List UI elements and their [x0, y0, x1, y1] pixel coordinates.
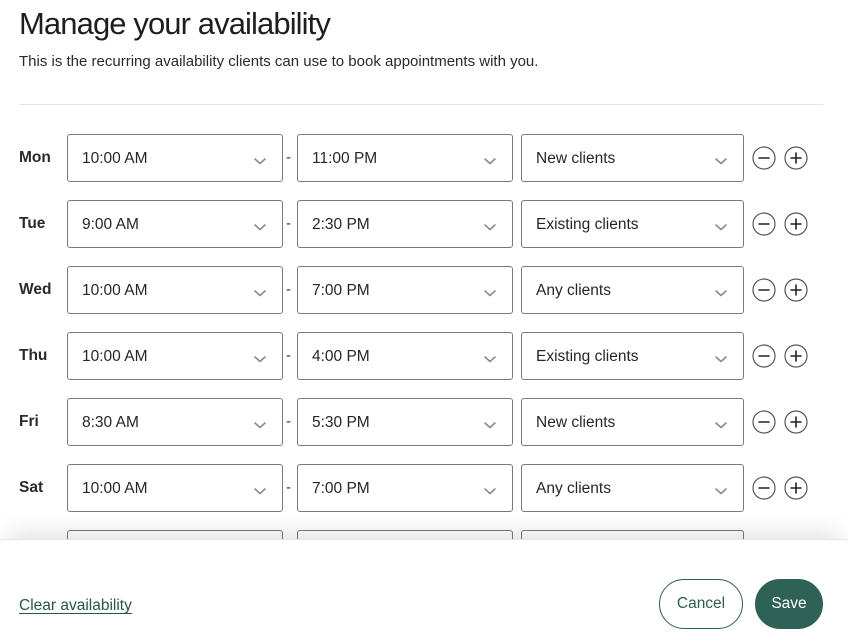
- day-label: Mon: [19, 149, 51, 166]
- chevron-down-icon: [714, 285, 728, 297]
- end-time-select[interactable]: 5:30 PM: [297, 398, 513, 446]
- client-type-select[interactable]: Existing clients: [521, 332, 744, 380]
- day-label: Fri: [19, 413, 39, 430]
- plus-circle-icon[interactable]: [784, 410, 808, 434]
- save-button[interactable]: Save: [755, 579, 823, 629]
- availability-row: Tue 9:00 AM - 2:30 PM Existing clients: [0, 200, 848, 250]
- chevron-down-icon: [253, 219, 267, 231]
- plus-circle-icon[interactable]: [784, 146, 808, 170]
- end-time-select[interactable]: 4:00 PM: [297, 332, 513, 380]
- end-time-select[interactable]: 2:30 PM: [297, 200, 513, 248]
- start-time-value: 9:00 AM: [82, 216, 139, 233]
- client-type-select[interactable]: New clients: [521, 134, 744, 182]
- range-separator: -: [286, 413, 291, 430]
- day-label: Thu: [19, 347, 48, 364]
- chevron-down-icon: [253, 483, 267, 495]
- minus-circle-icon[interactable]: [752, 212, 776, 236]
- plus-circle-icon[interactable]: [784, 212, 808, 236]
- clear-availability-link[interactable]: Clear availability: [19, 596, 132, 616]
- client-type-value: New clients: [536, 150, 616, 167]
- chevron-down-icon: [483, 483, 497, 495]
- client-type-value: Any clients: [536, 480, 611, 497]
- client-type-select[interactable]: Any clients: [521, 266, 744, 314]
- availability-row: Wed 10:00 AM - 7:00 PM Any clients: [0, 266, 848, 316]
- end-time-value: 7:00 PM: [312, 480, 370, 497]
- chevron-down-icon: [253, 285, 267, 297]
- chevron-down-icon: [483, 153, 497, 165]
- minus-circle-icon[interactable]: [752, 410, 776, 434]
- start-time-value: 10:00 AM: [82, 150, 148, 167]
- end-time-select[interactable]: 7:00 PM: [297, 464, 513, 512]
- client-type-select[interactable]: New clients: [521, 398, 744, 446]
- plus-circle-icon[interactable]: [784, 278, 808, 302]
- range-separator: -: [286, 281, 291, 298]
- day-label: Sat: [19, 479, 44, 496]
- minus-circle-icon[interactable]: [752, 146, 776, 170]
- client-type-select[interactable]: Any clients: [521, 464, 744, 512]
- range-separator: -: [286, 149, 291, 166]
- client-type-value: New clients: [536, 414, 616, 431]
- start-time-select[interactable]: 10:00 AM: [67, 266, 283, 314]
- chevron-down-icon: [253, 153, 267, 165]
- minus-circle-icon[interactable]: [752, 344, 776, 368]
- availability-row: Sat 10:00 AM - 7:00 PM Any clients: [0, 464, 848, 514]
- chevron-down-icon: [714, 153, 728, 165]
- cancel-button[interactable]: Cancel: [659, 579, 743, 629]
- chevron-down-icon: [483, 417, 497, 429]
- chevron-down-icon: [714, 483, 728, 495]
- start-time-value: 10:00 AM: [82, 282, 148, 299]
- range-separator: -: [286, 215, 291, 232]
- end-time-value: 7:00 PM: [312, 282, 370, 299]
- start-time-value: 10:00 AM: [82, 480, 148, 497]
- end-time-value: 4:00 PM: [312, 348, 370, 365]
- plus-circle-icon[interactable]: [784, 344, 808, 368]
- client-type-value: Any clients: [536, 282, 611, 299]
- chevron-down-icon: [483, 219, 497, 231]
- chevron-down-icon: [714, 219, 728, 231]
- plus-circle-icon[interactable]: [784, 476, 808, 500]
- day-label: Wed: [19, 281, 52, 298]
- chevron-down-icon: [714, 351, 728, 363]
- end-time-value: 11:00 PM: [312, 150, 378, 167]
- chevron-down-icon: [253, 417, 267, 429]
- chevron-down-icon: [714, 417, 728, 429]
- start-time-value: 10:00 AM: [82, 348, 148, 365]
- availability-row: Fri 8:30 AM - 5:30 PM New clients: [0, 398, 848, 448]
- availability-row: Thu 10:00 AM - 4:00 PM Existing clients: [0, 332, 848, 382]
- start-time-select[interactable]: 10:00 AM: [67, 464, 283, 512]
- start-time-select[interactable]: 8:30 AM: [67, 398, 283, 446]
- chevron-down-icon: [483, 351, 497, 363]
- start-time-select[interactable]: 10:00 AM: [67, 134, 283, 182]
- client-type-select[interactable]: Existing clients: [521, 200, 744, 248]
- footer-bar: Clear availability Cancel Save: [0, 539, 848, 642]
- client-type-value: Existing clients: [536, 216, 639, 233]
- client-type-value: Existing clients: [536, 348, 639, 365]
- minus-circle-icon[interactable]: [752, 278, 776, 302]
- end-time-select[interactable]: 11:00 PM: [297, 134, 513, 182]
- day-label: Tue: [19, 215, 46, 232]
- end-time-value: 5:30 PM: [312, 414, 370, 431]
- chevron-down-icon: [253, 351, 267, 363]
- start-time-select[interactable]: 10:00 AM: [67, 332, 283, 380]
- range-separator: -: [286, 347, 291, 364]
- end-time-value: 2:30 PM: [312, 216, 370, 233]
- range-separator: -: [286, 479, 291, 496]
- start-time-select[interactable]: 9:00 AM: [67, 200, 283, 248]
- start-time-value: 8:30 AM: [82, 414, 139, 431]
- end-time-select[interactable]: 7:00 PM: [297, 266, 513, 314]
- availability-row: Mon 10:00 AM - 11:00 PM New clients: [0, 134, 848, 184]
- chevron-down-icon: [483, 285, 497, 297]
- availability-list: Mon 10:00 AM - 11:00 PM New clients Tue 9:00 A…: [0, 0, 848, 541]
- minus-circle-icon[interactable]: [752, 476, 776, 500]
